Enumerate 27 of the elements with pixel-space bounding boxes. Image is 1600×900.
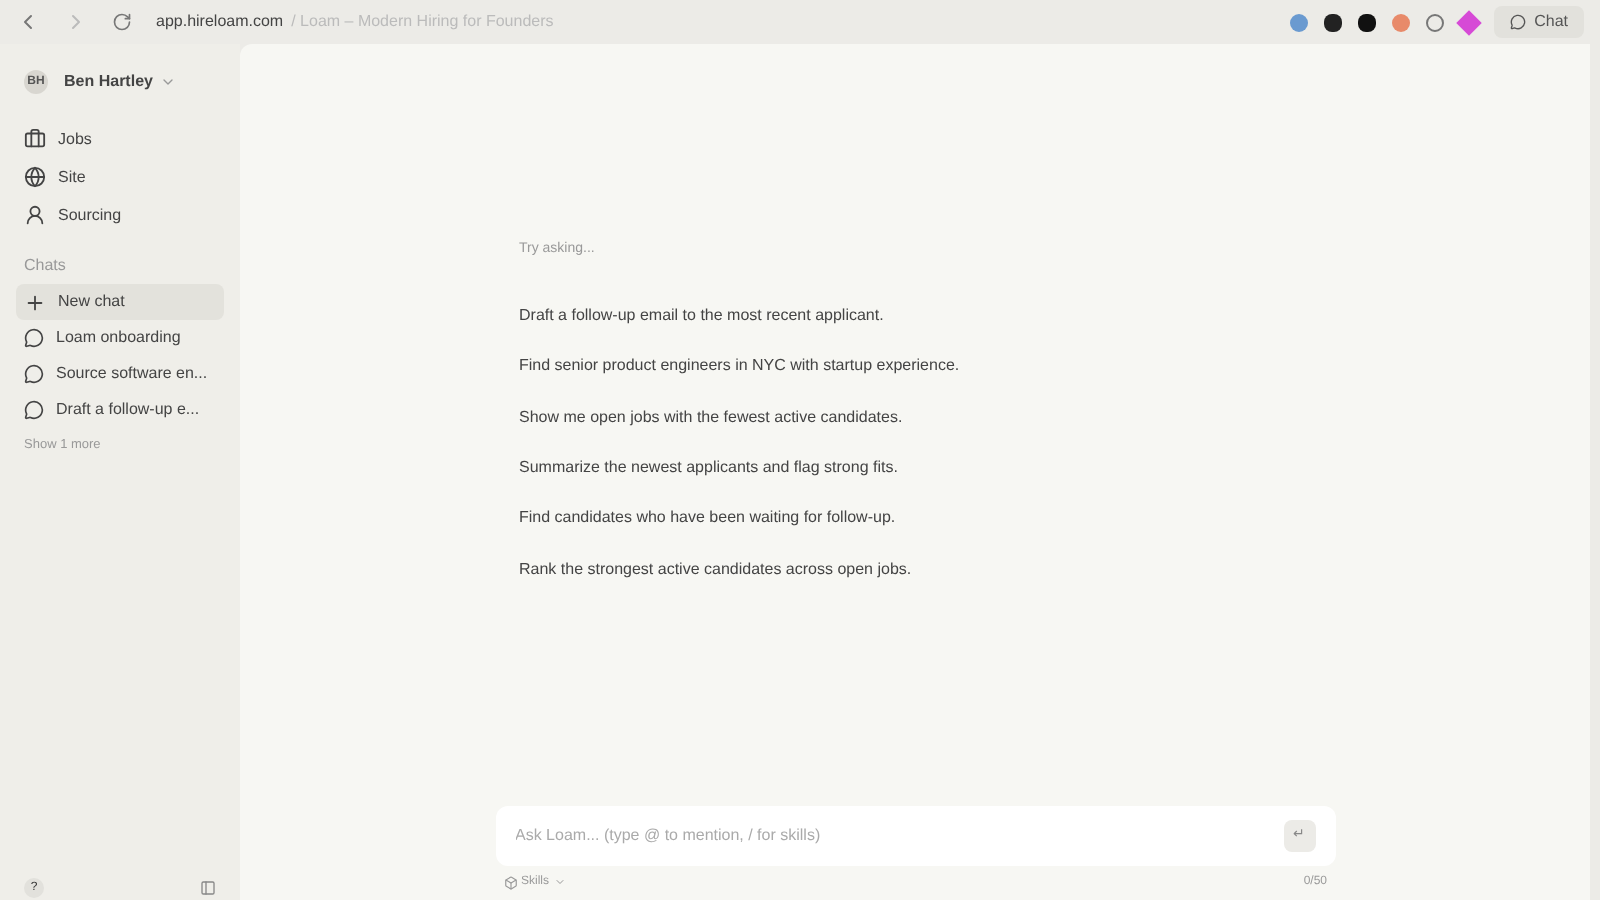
suggestion[interactable]: Show me open jobs with the fewest active candidates. xyxy=(519,392,1335,443)
chevron-down-icon xyxy=(553,876,566,888)
chevron-down-icon[interactable] xyxy=(160,74,177,90)
suggestion[interactable]: Find candidates who have been waiting for follow-up. xyxy=(519,493,1335,544)
nav-item[interactable]: Sourcing xyxy=(16,196,224,234)
suggestion[interactable]: Draft a follow-up email to the most recent applicant. xyxy=(519,291,1335,342)
sidebar-toggle-icon[interactable] xyxy=(200,880,216,896)
nav-item[interactable]: Site xyxy=(16,158,224,196)
chat-item[interactable]: Draft a follow-up e... xyxy=(16,392,224,428)
reload-icon[interactable] xyxy=(112,12,132,32)
plus-icon xyxy=(24,291,46,313)
chat-bubble-icon xyxy=(1510,14,1527,30)
person-icon xyxy=(24,204,46,226)
chat-item[interactable]: Source software en... xyxy=(16,356,224,392)
chats-heading: Chats xyxy=(22,254,68,278)
cube-icon xyxy=(503,875,517,889)
url-text[interactable]: app.hireloam.com xyxy=(156,10,284,34)
chat-button[interactable]: Chat xyxy=(1494,6,1584,38)
chat-item[interactable]: Loam onboarding xyxy=(16,320,224,356)
briefcase-icon xyxy=(24,128,46,150)
suggestion[interactable]: Rank the strongest active candidates across open jobs. xyxy=(519,543,1335,595)
nav-item[interactable]: Jobs xyxy=(16,120,224,158)
suggestion[interactable]: Summarize the newest applicants and flag strong fits. xyxy=(519,442,1335,494)
user-name[interactable]: Ben Hartley xyxy=(64,70,153,94)
suggestion[interactable]: Find senior product engineers in NYC with startup experience. xyxy=(519,341,1335,393)
globe-icon xyxy=(24,166,46,188)
chat-item[interactable]: New chat xyxy=(16,284,224,320)
